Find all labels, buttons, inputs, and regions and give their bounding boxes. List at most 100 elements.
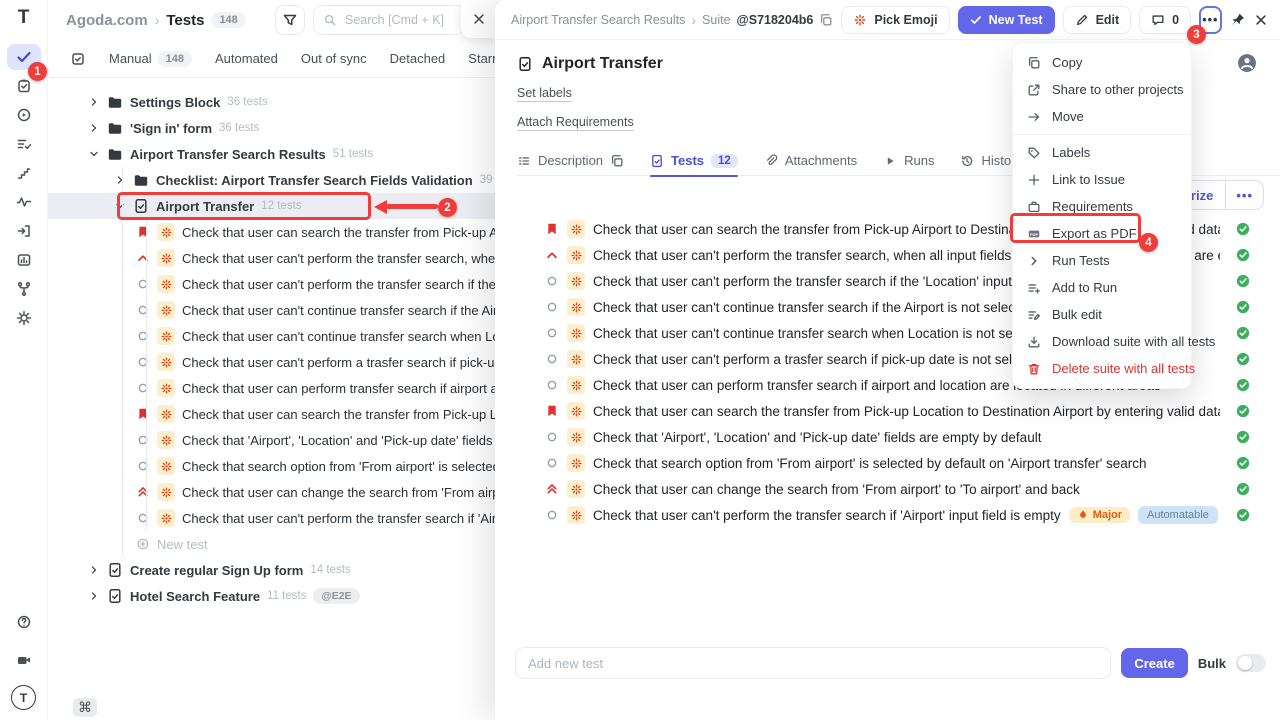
tree-test-check-that-airport-location-and-pick-up-[interactable]: Check that 'Airport', 'Location' and 'Pi… (48, 427, 495, 453)
burst-icon (570, 431, 583, 444)
copy-icon (1027, 56, 1041, 70)
menu-item-labels[interactable]: Labels (1013, 139, 1191, 166)
test-emoji-icon (157, 275, 175, 293)
tab-attachments[interactable]: Attachments (764, 146, 857, 176)
test-title: Check that user can search the transfer … (593, 404, 1220, 419)
menu-item-link-to-issue[interactable]: Link to Issue (1013, 166, 1191, 193)
flame-icon (1077, 509, 1089, 521)
annotation-box-suite (117, 192, 371, 220)
status-check-icon (1236, 456, 1250, 470)
test-row-check-that-airport-location-and-pick-up-[interactable]: Check that 'Airport', 'Location' and 'Pi… (495, 424, 1280, 450)
search-input[interactable] (343, 12, 455, 28)
rail-item-help[interactable] (7, 609, 41, 635)
tree-folder-sign-in-form[interactable]: 'Sign in' form36 tests (48, 115, 495, 141)
circle-icon (136, 459, 150, 473)
filter-tab-starred[interactable]: Starred (468, 51, 495, 66)
tree-folder-settings-block[interactable]: Settings Block36 tests (48, 89, 495, 115)
assignee-avatar-icon[interactable] (1236, 52, 1258, 74)
tree-test-check-that-user-can-change-the-search-fr[interactable]: Check that user can change the search fr… (48, 479, 495, 505)
filter-tab-out-of-sync[interactable]: Out of sync (301, 51, 367, 66)
tab-tests[interactable]: Tests12 (650, 146, 738, 176)
tree-folder-airport-transfer-search-results[interactable]: Airport Transfer Search Results51 tests (48, 141, 495, 167)
rail-item-runs[interactable] (7, 102, 41, 128)
app-logo[interactable]: T (18, 7, 30, 29)
rail-item-integrations[interactable] (7, 276, 41, 302)
test-row-check-that-user-can-search-the-transfer-[interactable]: Check that user can search the transfer … (495, 398, 1280, 424)
tree-test-check-that-user-can-search-the-transfer-[interactable]: Check that user can search the transfer … (48, 219, 495, 245)
rail-item-plans[interactable] (7, 131, 41, 157)
tree-test-check-that-user-can-t-perform-the-transf[interactable]: Check that user can't perform the transf… (48, 505, 495, 531)
menu-item-add-to-run[interactable]: Add to Run (1013, 274, 1191, 301)
menu-item-bulk-edit[interactable]: Bulk edit (1013, 301, 1191, 328)
test-emoji-icon (567, 454, 585, 472)
tree-test-label: Check that user can't continue transfer … (182, 303, 495, 318)
menu-item-download-suite-with-all-tests[interactable]: Download suite with all tests (1013, 328, 1191, 355)
burst-icon (570, 223, 583, 236)
bulk-toggle[interactable] (1236, 654, 1266, 672)
edit-button[interactable]: Edit (1063, 6, 1132, 34)
tab-description[interactable]: Description (517, 146, 624, 176)
new-test-button[interactable]: New Test (958, 6, 1055, 34)
tree-test-check-that-user-can-t-perform-a-trasfer-[interactable]: Check that user can't perform a trasfer … (48, 349, 495, 375)
tree-test-check-that-user-can-t-continue-transfer-[interactable]: Check that user can't continue transfer … (48, 323, 495, 349)
new-test-label: New test (157, 537, 208, 552)
test-row-check-that-user-can-t-perform-the-transf[interactable]: Check that user can't perform the transf… (495, 502, 1280, 528)
filter-tab-detached[interactable]: Detached (390, 51, 446, 66)
tab-runs[interactable]: Runs (883, 146, 934, 176)
comments-button[interactable]: 0 (1139, 6, 1191, 34)
status-check-icon (1236, 404, 1250, 418)
pin-icon[interactable] (1230, 7, 1246, 33)
test-emoji-icon (567, 220, 585, 238)
summarize-more-button[interactable]: ••• (1225, 181, 1263, 209)
tree-test-check-that-search-option-from-from-airpo[interactable]: Check that search option from 'From airp… (48, 453, 495, 479)
test-row-check-that-user-can-change-the-search-fr[interactable]: Check that user can change the search fr… (495, 476, 1280, 502)
tree-test-check-that-user-can-t-perform-the-transf[interactable]: Check that user can't perform the transf… (48, 245, 495, 271)
search-box (313, 5, 465, 35)
project-name[interactable]: Agoda.com (66, 12, 148, 29)
test-emoji-icon (157, 353, 175, 371)
pick-emoji-button[interactable]: Pick Emoji (841, 6, 949, 34)
tree-test-check-that-user-can-t-continue-transfer-[interactable]: Check that user can't continue transfer … (48, 297, 495, 323)
close-drawer-icon[interactable] (1254, 7, 1268, 33)
circle-icon (136, 433, 150, 447)
menu-item-label: Move (1052, 109, 1084, 124)
test-emoji-icon (567, 246, 585, 264)
tree-test-label: Check that 'Airport', 'Location' and 'Pi… (182, 433, 495, 448)
chevron-up-icon (545, 248, 559, 262)
tree-test-check-that-user-can-t-perform-the-transf[interactable]: Check that user can't perform the transf… (48, 271, 495, 297)
create-button[interactable]: Create (1121, 648, 1187, 678)
rail-item-import[interactable] (7, 218, 41, 244)
test-row-check-that-search-option-from-from-airpo[interactable]: Check that search option from 'From airp… (495, 450, 1280, 476)
menu-item-delete-suite-with-all-tests[interactable]: Delete suite with all tests (1013, 355, 1191, 382)
burst-icon (570, 509, 583, 522)
add-new-test-input[interactable] (515, 647, 1111, 679)
rail-item-milestones[interactable] (7, 160, 41, 186)
set-labels-link[interactable]: Set labels (517, 86, 572, 102)
tree-suite-create-regular-sign-up-form[interactable]: Create regular Sign Up form14 tests (48, 557, 495, 583)
filter-button[interactable] (275, 5, 305, 35)
copy-icon[interactable] (819, 13, 833, 27)
tree-new-new-test[interactable]: New test (48, 531, 495, 557)
attach-requirements-link[interactable]: Attach Requirements (517, 115, 634, 131)
menu-item-move[interactable]: Move (1013, 103, 1191, 130)
rail-item-analytics[interactable] (7, 247, 41, 273)
annotation-step-4: 4 (1139, 233, 1158, 252)
tree-folder-checklist-airport-transfer-search-fields[interactable]: Checklist: Airport Transfer Search Field… (48, 167, 495, 193)
menu-item-copy[interactable]: Copy (1013, 49, 1191, 76)
rail-item-settings[interactable] (7, 305, 41, 331)
rail-account-avatar[interactable]: T (11, 685, 36, 710)
parent-suite-link[interactable]: Airport Transfer Search Results (511, 13, 685, 27)
rail-item-pulse[interactable] (7, 189, 41, 215)
rail-item-videos[interactable] (7, 647, 41, 673)
menu-item-run-tests[interactable]: Run Tests (1013, 247, 1191, 274)
breadcrumb-separator: › (155, 12, 160, 28)
tree-test-check-that-user-can-search-the-transfer-[interactable]: Check that user can search the transfer … (48, 401, 495, 427)
drawer-collapse-tab[interactable] (461, 0, 496, 38)
menu-item-share-to-other-projects[interactable]: Share to other projects (1013, 76, 1191, 103)
filter-tab-automated[interactable]: Automated (215, 51, 278, 66)
tree-suite-hotel-search-feature[interactable]: Hotel Search Feature11 tests@E2E (48, 583, 495, 609)
tree-test-check-that-user-can-perform-transfer-sea[interactable]: Check that user can perform transfer sea… (48, 375, 495, 401)
plus-icon (1027, 173, 1041, 187)
folder-icon (107, 146, 123, 162)
filter-tab-manual[interactable]: Manual148 (109, 51, 192, 67)
